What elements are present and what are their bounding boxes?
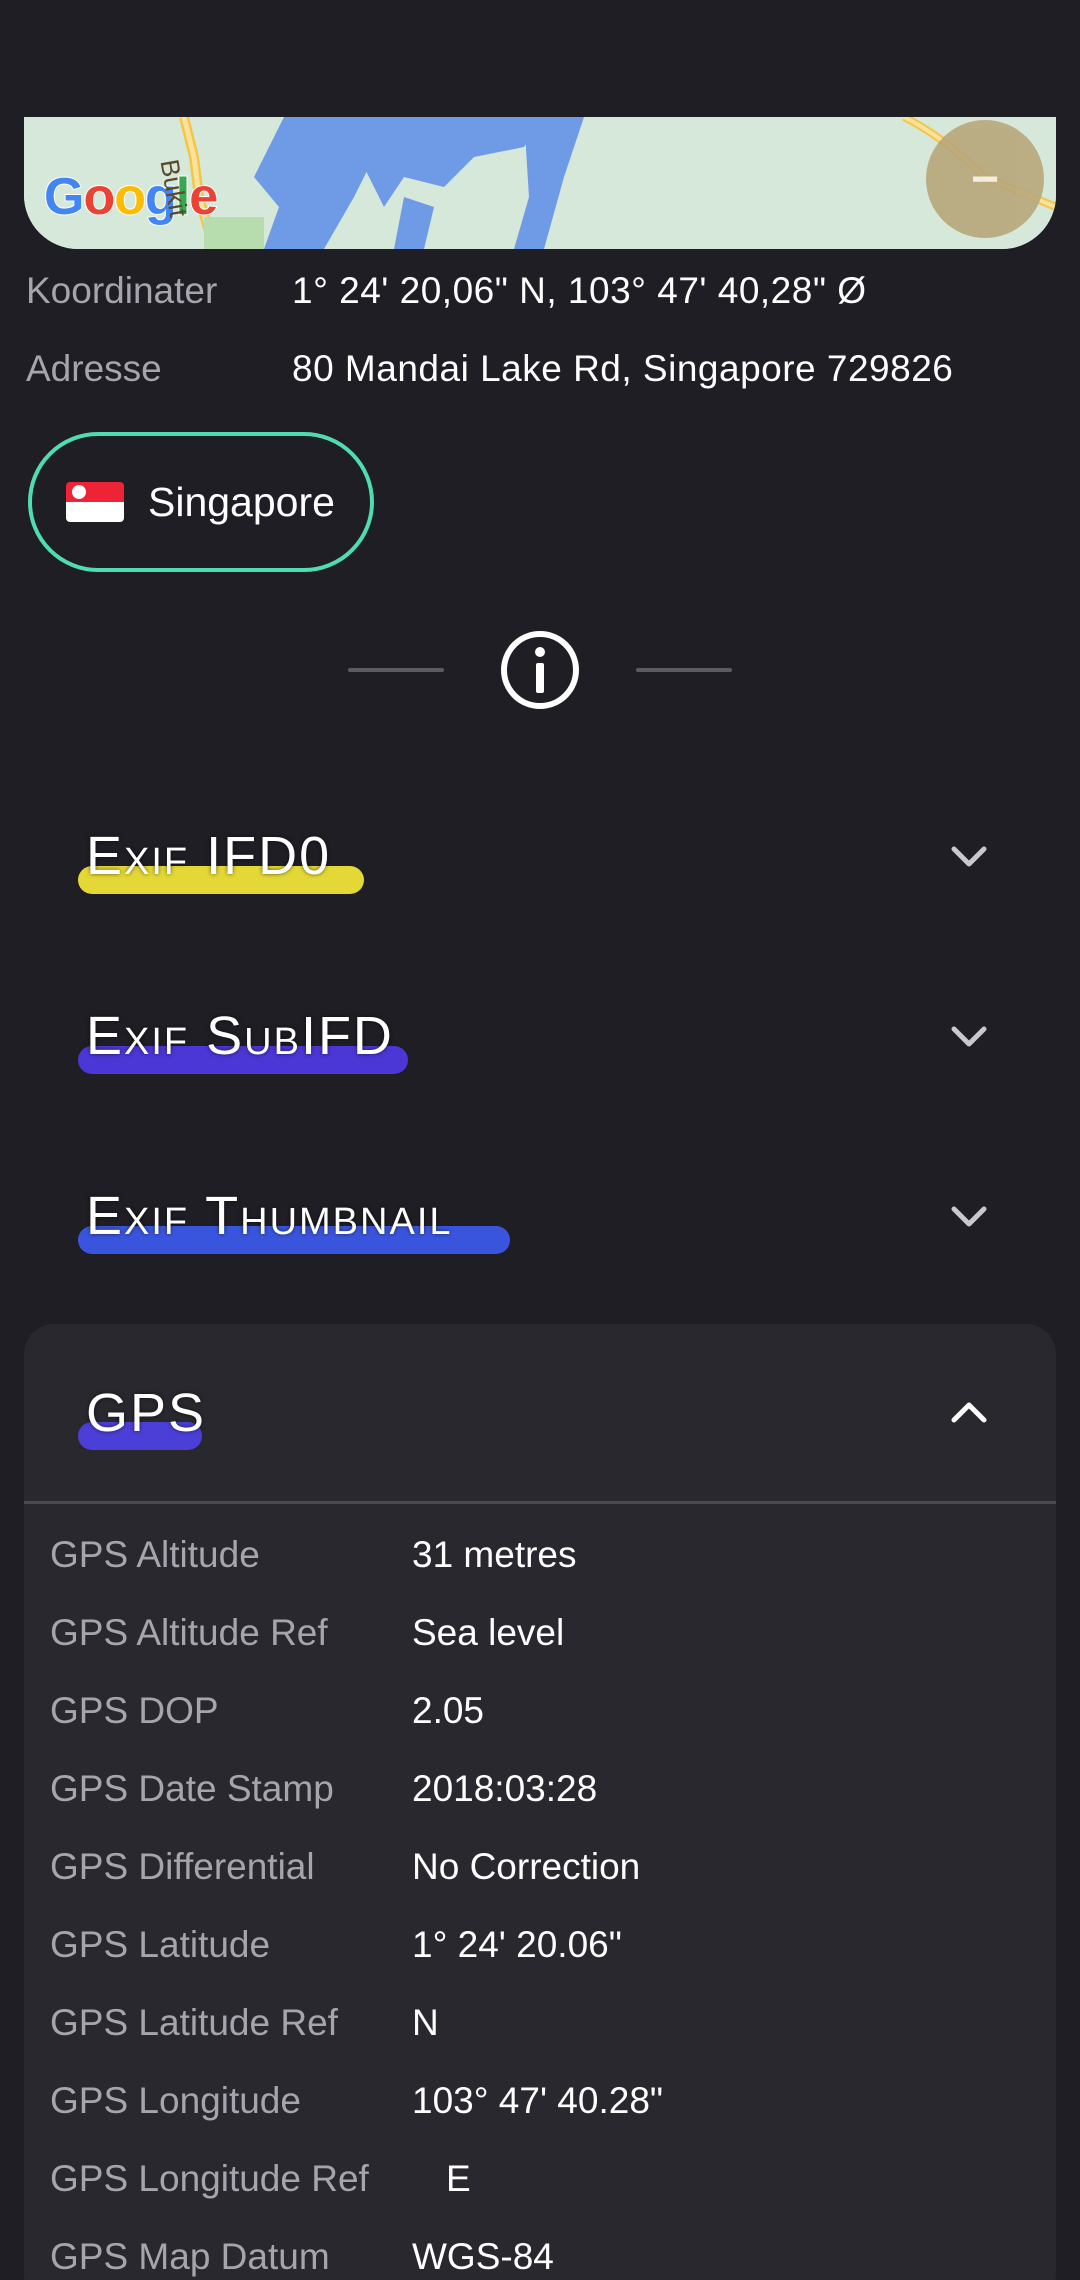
gps-row-differential: GPS Differential No Correction [50,1846,640,1888]
section-title: Exif IFD0 [86,826,332,886]
field-value: Sea level [412,1612,565,1653]
field-label: GPS Longitude Ref [50,2158,369,2199]
coordinates-value: 1° 24' 20,06" N, 103° 47' 40,28" Ø [292,270,867,311]
section-exif-thumbnail[interactable]: Exif Thumbnail [24,1126,1056,1306]
gps-row-dop: GPS DOP 2.05 [50,1690,484,1732]
country-chip[interactable]: Singapore [28,432,374,572]
gps-row-latitude-ref: GPS Latitude Ref N [50,2002,439,2044]
section-title: GPS [86,1382,207,1443]
divider-right [636,668,732,672]
field-value: 31 metres [412,1534,577,1575]
gps-row-altitude: GPS Altitude 31 metres [50,1534,577,1576]
field-value: 2.05 [412,1690,485,1731]
field-label: GPS Map Datum [50,2236,330,2277]
address-label: Adresse [26,348,162,389]
divider-left [348,668,444,672]
gps-row-latitude: GPS Latitude 1° 24' 20.06" [50,1924,622,1966]
field-value: 103° 47' 40.28" [412,2080,664,2121]
coordinates-row: Koordinater 1° 24' 20,06" N, 103° 47' 40… [26,270,867,312]
zoom-out-button[interactable]: − [926,120,1044,238]
section-exif-ifd0[interactable]: Exif IFD0 [24,766,1056,946]
field-label: GPS Latitude Ref [50,2002,338,2043]
field-label: GPS DOP [50,1690,219,1731]
field-label: GPS Date Stamp [50,1768,334,1809]
section-title: Exif Thumbnail [86,1186,453,1246]
gps-row-longitude-ref: GPS Longitude Ref E [50,2158,471,2200]
gps-row-altitude-ref: GPS Altitude Ref Sea level [50,1612,564,1654]
field-label: GPS Longitude [50,2080,301,2121]
country-label: Singapore [148,478,335,525]
field-label: GPS Latitude [50,1924,271,1965]
chevron-up-icon[interactable] [944,1388,994,1438]
gps-row-map-datum: GPS Map Datum WGS-84 [50,2236,554,2278]
field-value: No Correction [412,1846,641,1887]
field-value: N [412,2002,439,2043]
gps-header[interactable]: GPS [24,1324,1056,1504]
gps-row-longitude: GPS Longitude 103° 47' 40.28" [50,2080,663,2122]
chevron-down-icon[interactable] [944,1191,994,1241]
field-label: GPS Altitude Ref [50,1612,328,1653]
minus-icon: − [970,152,1000,206]
chevron-down-icon[interactable] [944,1011,994,1061]
field-value: E [446,2158,471,2199]
section-gps: GPS GPS Altitude 31 metres GPS Altitude … [24,1324,1056,2280]
field-label: GPS Altitude [50,1534,260,1575]
field-value: 2018:03:28 [412,1768,598,1809]
address-row: Adresse 80 Mandai Lake Rd, Singapore 729… [26,348,953,390]
field-label: GPS Differential [50,1846,315,1887]
section-exif-subifd[interactable]: Exif SubIFD [24,946,1056,1126]
coordinates-label: Koordinater [26,270,218,311]
singapore-flag-icon [66,482,124,522]
info-icon[interactable] [500,630,580,710]
field-value: WGS-84 [412,2236,554,2277]
field-value: 1° 24' 20.06" [412,1924,622,1965]
chevron-down-icon[interactable] [944,831,994,881]
address-value: 80 Mandai Lake Rd, Singapore 729826 [292,348,954,389]
map-view[interactable]: Google Bukit [24,117,1056,249]
section-title: Exif SubIFD [86,1006,394,1066]
gps-row-date-stamp: GPS Date Stamp 2018:03:28 [50,1768,597,1810]
